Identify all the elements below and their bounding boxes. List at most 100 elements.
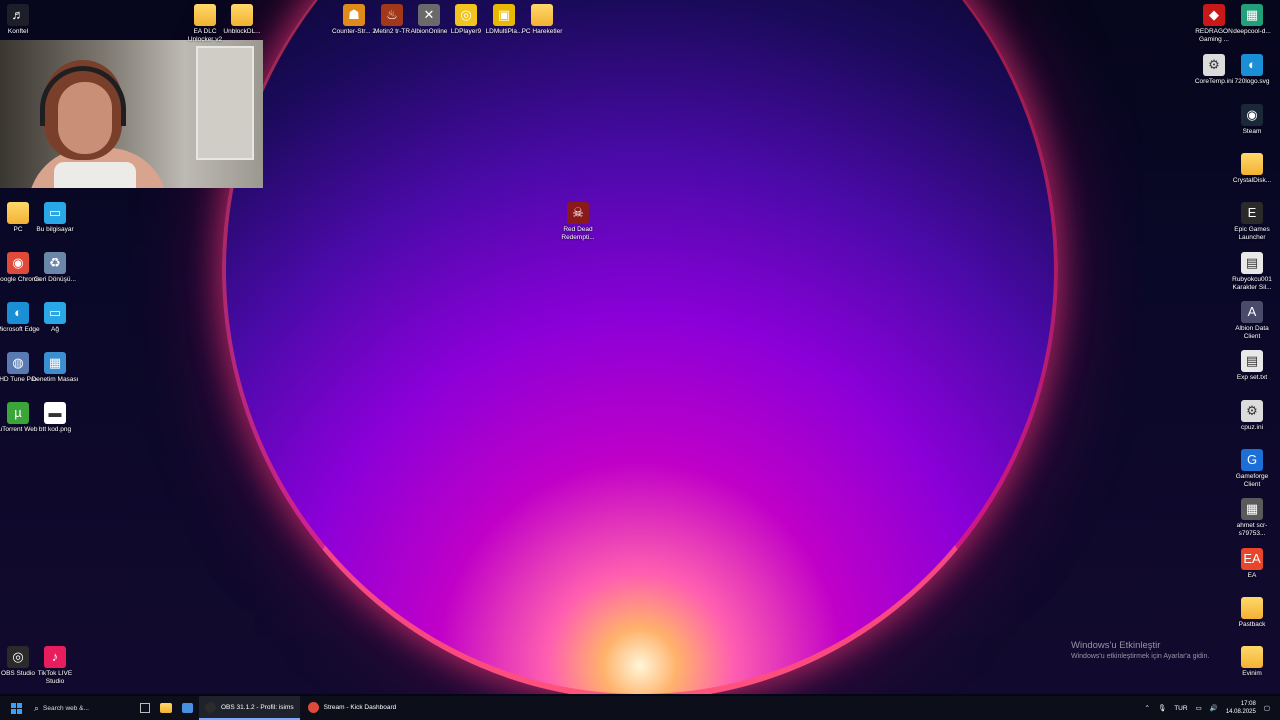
taskbar-app-label: Stream - Kick Dashboard	[323, 703, 397, 711]
desktop-icon[interactable]: ▭ Bu bilgisayar	[31, 202, 79, 234]
task-view-icon	[140, 703, 150, 713]
app-icon: ◉	[1241, 104, 1263, 126]
icon-label: Evinim	[1242, 670, 1262, 677]
chevron-up-icon[interactable]: ⌃	[1144, 704, 1149, 712]
notification-icon[interactable]: ▢	[1264, 704, 1270, 712]
icon-label: btt kod.png	[38, 426, 72, 433]
app-icon: ▤	[1241, 252, 1263, 274]
icon-label: CrystalDisk...	[1232, 177, 1272, 184]
app-icon: ♻	[44, 252, 66, 274]
desktop-icon[interactable]: ◉ Steam	[1228, 104, 1276, 136]
icon-label: deepcool-d...	[1233, 28, 1271, 35]
windows-logo-icon	[10, 702, 22, 714]
icon-label: Albion Data Client	[1235, 325, 1269, 340]
app-icon: ◆	[1203, 4, 1225, 26]
folder-icon	[160, 703, 172, 713]
app-icon: ⚙	[1241, 400, 1263, 422]
desktop-icon[interactable]: UnblockDL...	[218, 4, 266, 36]
taskbar-app[interactable]: Stream - Kick Dashboard	[302, 696, 403, 720]
icon-label: UnblockDL...	[223, 28, 261, 35]
app-icon	[205, 701, 216, 713]
desktop-icon[interactable]: ▦ deepcool-d...	[1228, 4, 1276, 36]
app-icon: EA	[1241, 548, 1263, 570]
icon-label: TikTok LIVE Studio	[37, 670, 73, 685]
app-icon: ▭	[44, 302, 66, 324]
desktop-icon[interactable]: G Gameforge Client	[1228, 449, 1276, 489]
system-tray: ⌃ 🎙 TUR ▭ 🔊 17:08 14.08.2025 ▢	[1144, 696, 1270, 720]
app-icon: ▦	[1241, 498, 1263, 520]
icon-label: Epic Games Launcher	[1234, 226, 1270, 241]
icon-label: Rubyokcu001 Karakter Sil...	[1232, 276, 1272, 291]
monitor-icon[interactable]: ▭	[1196, 704, 1202, 712]
activation-watermark: Windows'u Etkinleştir Windows'u etkinleş…	[1071, 640, 1209, 660]
store-icon	[182, 703, 193, 713]
app-icon: E	[1241, 202, 1263, 224]
desktop-icon[interactable]: ▭ Ağ	[31, 302, 79, 334]
app-icon	[531, 4, 553, 26]
desktop-icon[interactable]: ☠ Red Dead Redempti...	[554, 202, 602, 242]
clock-time: 17:08	[1240, 701, 1256, 707]
taskbar-app[interactable]: OBS 31.1.2 - Profil: isims	[199, 696, 300, 720]
desktop-icon[interactable]: ▦ ahmet scr-s79753...	[1228, 498, 1276, 538]
icon-label: Bu bilgisayar	[36, 226, 74, 233]
desktop-icon[interactable]: ▬ btt kod.png	[31, 402, 79, 434]
icon-label: Konftel	[7, 28, 29, 35]
desktop-icon[interactable]: ♬ Konftel	[0, 4, 42, 36]
task-view-button[interactable]	[136, 698, 154, 718]
icon-label: Steam	[1242, 128, 1262, 135]
watermark-subtitle: Windows'u etkinleştirmek için Ayarlar'a …	[1071, 653, 1210, 660]
desktop-icon[interactable]: ⚙ cpuz.ini	[1228, 400, 1276, 432]
explorer-button[interactable]	[156, 698, 176, 718]
icon-label: PC Hareketler	[521, 28, 563, 35]
app-icon: ▤	[1241, 350, 1263, 372]
desktop-icon[interactable]: ♪ TikTok LIVE Studio	[31, 646, 79, 686]
desktop-icon[interactable]: Evinim	[1228, 646, 1276, 678]
app-icon: ☗	[343, 4, 365, 26]
desktop-icon[interactable]: Pastback	[1228, 597, 1276, 629]
icon-label: EA	[1247, 572, 1257, 579]
taskbar-search[interactable]: ⌕ Search web &...	[34, 700, 134, 716]
icon-label: ahmet scr-s79753...	[1236, 522, 1268, 537]
desktop-icon[interactable]: E Epic Games Launcher	[1228, 202, 1276, 242]
store-button[interactable]	[178, 698, 197, 718]
desktop-icon[interactable]: ♻ Geri Dönüşü...	[31, 252, 79, 284]
app-icon	[231, 4, 253, 26]
desktop-icon[interactable]: ▦ Denetim Masası	[31, 352, 79, 384]
app-icon	[307, 701, 319, 713]
desktop-icon[interactable]: EA EA	[1228, 548, 1276, 580]
app-icon	[7, 202, 29, 224]
app-icon: µ	[7, 402, 29, 424]
app-icon: ▭	[44, 202, 66, 224]
volume-icon[interactable]: 🔊	[1210, 704, 1218, 712]
app-icon: ◉	[7, 252, 29, 274]
search-placeholder: Search web &...	[43, 704, 89, 712]
desktop-icon[interactable]: ▤ Exp set.txt	[1228, 350, 1276, 382]
app-icon: ◎	[7, 646, 29, 668]
icon-label: Ağ	[51, 326, 59, 333]
clock[interactable]: 17:08 14.08.2025	[1226, 700, 1256, 716]
app-icon	[194, 4, 216, 26]
app-icon	[1241, 597, 1263, 619]
desktop-icon[interactable]: A Albion Data Client	[1228, 301, 1276, 341]
microphone-icon[interactable]: 🎙	[1158, 704, 1166, 712]
app-icon: ▦	[1241, 4, 1263, 26]
search-icon: ⌕	[34, 702, 40, 713]
desktop-icon[interactable]: CrystalDisk...	[1228, 153, 1276, 185]
taskbar: ⌕ Search web &... OBS 31.1.2 - Profil: i…	[0, 696, 1280, 720]
app-icon: ◎	[455, 4, 477, 26]
app-icon: G	[1241, 449, 1263, 471]
app-icon: ☠	[567, 202, 589, 224]
start-button[interactable]	[6, 698, 26, 718]
language-indicator[interactable]: TUR	[1174, 705, 1187, 712]
desktop-icon[interactable]: PC Hareketler	[518, 4, 566, 36]
desktop-icon[interactable]: ◐ 720logo.svg	[1228, 54, 1276, 86]
icon-label: Exp set.txt	[1236, 374, 1268, 381]
desktop-icon[interactable]: ▤ Rubyokcu001 Karakter Sil...	[1228, 252, 1276, 292]
icon-label: Geri Dönüşü...	[34, 276, 76, 283]
icon-label: Pastback	[1238, 621, 1266, 628]
app-icon: ▬	[44, 402, 66, 424]
app-icon: ◐	[7, 302, 29, 324]
icon-label: Gameforge Client	[1235, 473, 1269, 488]
app-icon: ♨	[381, 4, 403, 26]
icon-label: cpuz.ini	[1240, 424, 1264, 431]
